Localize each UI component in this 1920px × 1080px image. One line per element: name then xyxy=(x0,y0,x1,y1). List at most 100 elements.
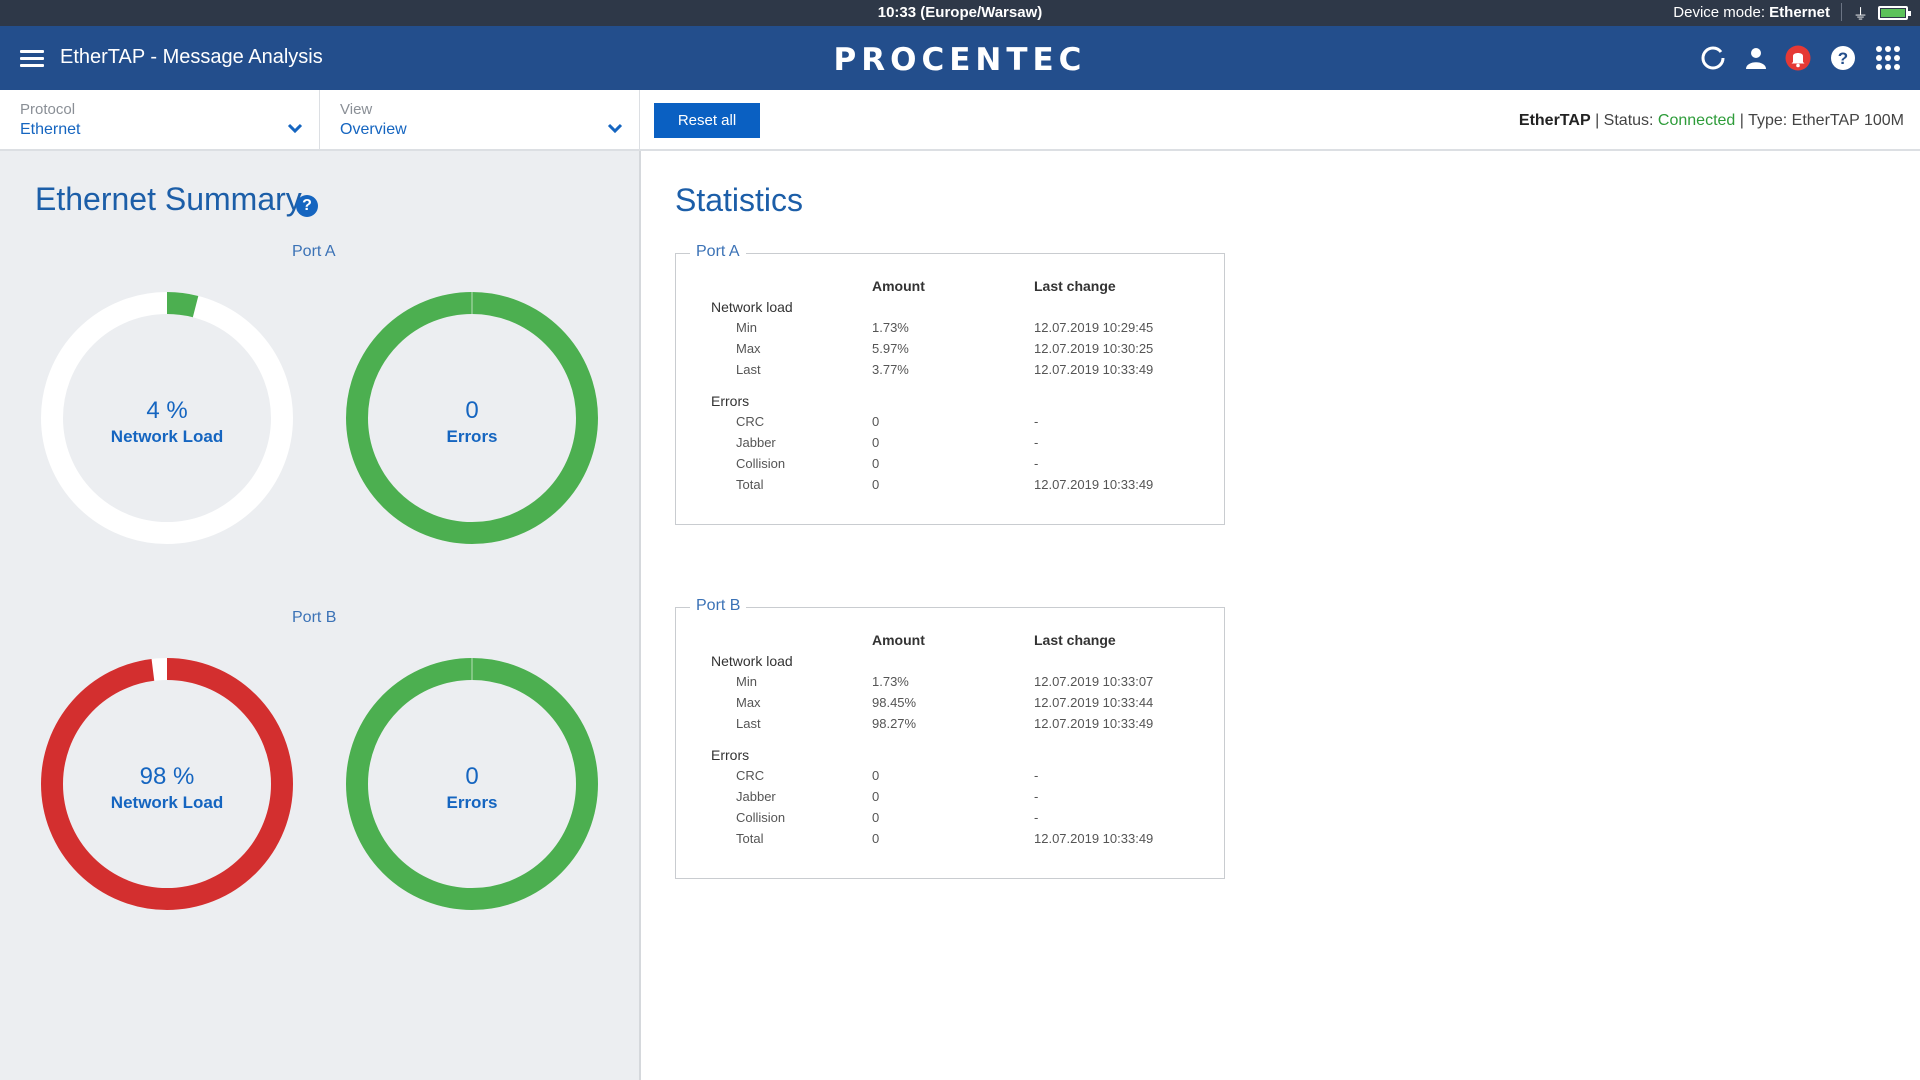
stat-amount: 0 xyxy=(872,768,880,783)
stat-amount: 1.73% xyxy=(872,674,909,689)
port-a-load-gauge: 4 % Network Load xyxy=(41,292,293,544)
stat-last-change: - xyxy=(1034,456,1039,471)
port-b-load-gauge: 98 % Network Load xyxy=(41,658,293,910)
stat-name: Collision xyxy=(736,810,786,825)
port-b-statistics: Port B Amount Last change Network load Min 1… xyxy=(675,597,1225,879)
gauge-caption: Network Load xyxy=(110,793,224,812)
stat-last-change: 12.07.2019 10:33:44 xyxy=(1034,695,1154,710)
device-mode-value: Ethernet xyxy=(1769,4,1830,21)
protocol-value: Ethernet xyxy=(20,121,81,138)
statistics-title: Statistics xyxy=(675,182,804,218)
toolbar: Protocol Ethernet View Overview Reset al… xyxy=(0,90,1920,151)
chevron-down-icon xyxy=(607,123,623,134)
amount-column-header: Amount xyxy=(872,278,925,294)
stat-last-change: 12.07.2019 10:30:25 xyxy=(1034,341,1154,356)
stat-name: Collision xyxy=(736,456,786,471)
stat-name: Last xyxy=(736,716,761,731)
bell-icon[interactable] xyxy=(1785,45,1811,71)
help-icon[interactable]: ? xyxy=(296,195,318,217)
network-load-group-label: Network load xyxy=(711,299,793,315)
port-a-statistics: Port A Amount Last change Network load Min 1… xyxy=(675,243,1225,525)
last-change-column-header: Last change xyxy=(1034,278,1116,294)
stat-last-change: - xyxy=(1034,789,1039,804)
stat-last-change: 12.07.2019 10:29:45 xyxy=(1034,320,1154,335)
device-mode: Device mode: Ethernet xyxy=(1673,4,1830,21)
stat-last-change: - xyxy=(1034,810,1039,825)
errors-group-label: Errors xyxy=(711,747,750,763)
view-label: View xyxy=(340,101,373,118)
svg-text:?: ? xyxy=(1838,49,1848,68)
chevron-down-icon xyxy=(287,123,303,134)
network-load-group-label: Network load xyxy=(711,653,793,669)
stat-last-change: 12.07.2019 10:33:49 xyxy=(1034,716,1154,731)
stat-name: Total xyxy=(736,831,764,846)
device-name: EtherTAP xyxy=(1518,112,1591,129)
port-b-stats-label: Port B xyxy=(690,597,747,615)
stat-name: CRC xyxy=(736,768,765,783)
gauge-caption: Network Load xyxy=(110,427,224,446)
gauge-caption: Errors xyxy=(446,793,498,812)
stat-name: Jabber xyxy=(736,789,776,804)
gauge-value: 4 % xyxy=(146,397,188,424)
refresh-icon[interactable] xyxy=(1700,45,1726,71)
stat-name: Jabber xyxy=(736,435,776,450)
stat-amount: 0 xyxy=(872,477,880,492)
stat-name: Min xyxy=(736,320,757,335)
protocol-label: Protocol xyxy=(20,101,76,118)
stat-amount: 0 xyxy=(872,831,880,846)
port-a-errors-gauge: 0 Errors xyxy=(346,292,598,544)
stat-amount: 5.97% xyxy=(872,341,909,356)
stat-last-change: 12.07.2019 10:33:07 xyxy=(1034,674,1154,689)
stat-amount: 98.45% xyxy=(872,695,917,710)
stat-last-change: - xyxy=(1034,435,1039,450)
stat-name: Total xyxy=(736,477,764,492)
view-dropdown[interactable]: View Overview xyxy=(320,90,640,149)
stat-name: Max xyxy=(736,695,761,710)
gauge-value: 0 xyxy=(465,397,479,424)
system-status-bar: 10:33 (Europe/Warsaw) Device mode: Ether… xyxy=(0,0,1920,26)
device-type: | Type: EtherTAP 100M xyxy=(1735,112,1904,129)
port-b-errors-gauge: 0 Errors xyxy=(346,658,598,910)
brand-logo: PROCENTEC xyxy=(833,42,1087,78)
gauge-caption: Errors xyxy=(446,427,498,446)
stat-amount: 0 xyxy=(872,810,880,825)
stat-last-change: 12.07.2019 10:33:49 xyxy=(1034,362,1154,377)
stat-amount: 1.73% xyxy=(872,320,909,335)
stat-name: Min xyxy=(736,674,757,689)
power-plug-icon: ⏚ xyxy=(1852,6,1868,23)
device-mode-label: Device mode: xyxy=(1673,4,1770,21)
summary-panel: Ethernet Summary ? Port A 4 % Network Lo… xyxy=(0,151,641,1080)
stat-name: CRC xyxy=(736,414,765,429)
stat-amount: 0 xyxy=(872,789,880,804)
reset-all-button[interactable]: Reset all xyxy=(654,103,760,138)
app-header: EtherTAP - Message Analysis PROCENTEC ? xyxy=(0,26,1920,90)
stat-amount: 0 xyxy=(872,414,880,429)
stat-last-change: 12.07.2019 10:33:49 xyxy=(1034,477,1154,492)
port-a-stats-label: Port A xyxy=(690,243,746,261)
clock: 10:33 (Europe/Warsaw) xyxy=(877,4,1043,21)
gauge-value: 0 xyxy=(465,763,479,790)
stat-name: Last xyxy=(736,362,761,377)
port-b-label: Port B xyxy=(292,609,337,626)
status-label: | Status: xyxy=(1590,112,1658,129)
status-divider xyxy=(1841,3,1842,21)
connection-status: Connected xyxy=(1657,112,1736,129)
errors-group-label: Errors xyxy=(711,393,750,409)
summary-title: Ethernet Summary xyxy=(35,181,302,217)
stat-last-change: 12.07.2019 10:33:49 xyxy=(1034,831,1154,846)
protocol-dropdown[interactable]: Protocol Ethernet xyxy=(0,90,320,149)
gauge-value: 98 % xyxy=(139,763,195,790)
stat-amount: 0 xyxy=(872,456,880,471)
apps-grid-icon[interactable] xyxy=(1875,45,1901,71)
stat-last-change: - xyxy=(1034,414,1039,429)
help-icon[interactable]: ? xyxy=(1830,45,1856,71)
view-value: Overview xyxy=(340,121,407,138)
stat-last-change: - xyxy=(1034,768,1039,783)
stat-name: Max xyxy=(736,341,761,356)
last-change-column-header: Last change xyxy=(1034,632,1116,648)
device-info: EtherTAP | Status: Connected | Type: Eth… xyxy=(1519,112,1904,130)
battery-icon xyxy=(1878,6,1911,20)
user-icon[interactable] xyxy=(1743,45,1769,71)
stat-amount: 98.27% xyxy=(872,716,917,731)
amount-column-header: Amount xyxy=(872,632,925,648)
